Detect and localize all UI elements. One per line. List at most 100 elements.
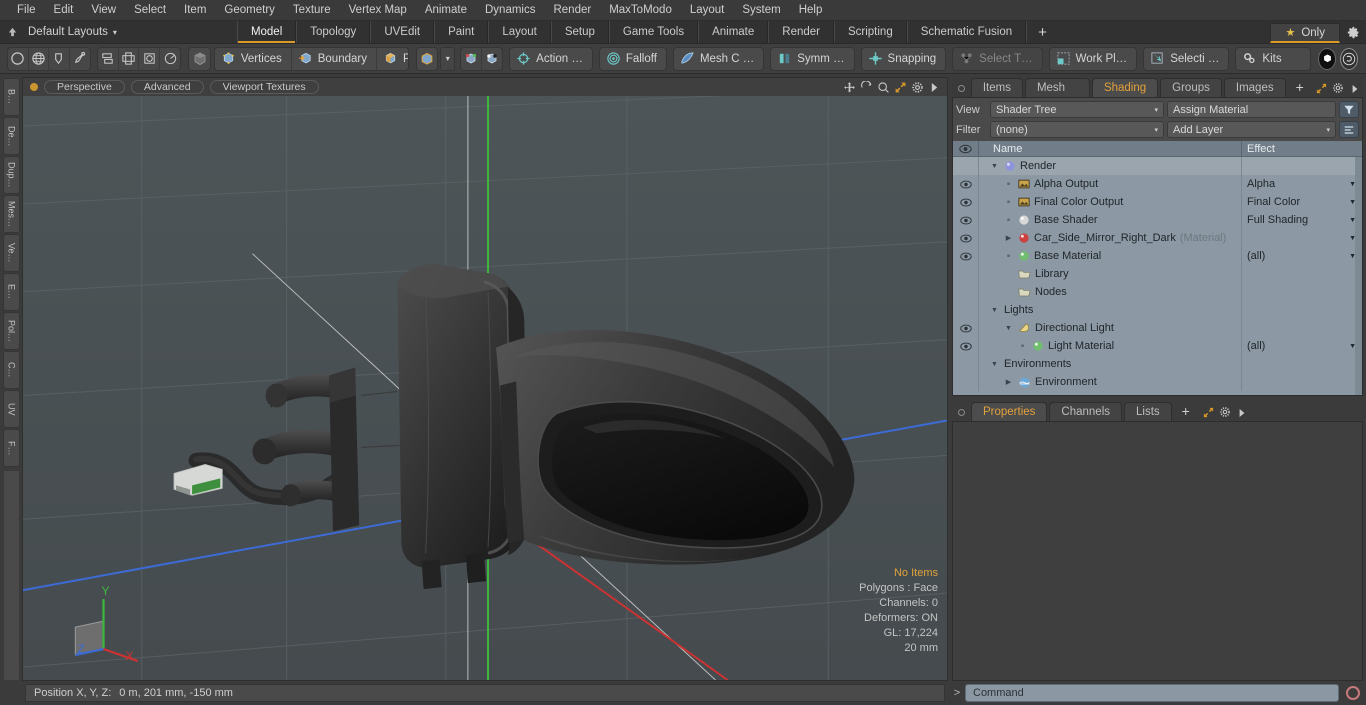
shader-tree-row[interactable]: ▪ Base Material (all) ▼ [953,247,1362,265]
twirl-down-icon[interactable]: ▼ [989,163,1000,170]
rail-tab-7[interactable]: C… [3,351,20,389]
properties-tab-lists[interactable]: Lists [1124,402,1172,421]
twirl-right-icon[interactable]: ▶ [1003,234,1014,242]
align-icon[interactable] [98,47,119,70]
3d-viewport[interactable]: Y X Z No Items Polygons : Face Channels:… [22,96,948,681]
menu-item-maxtomodo[interactable]: MaxToModo [600,0,681,20]
shader-tree-row[interactable]: ▼ Directional Light [953,319,1362,337]
record-icon[interactable] [1343,683,1363,703]
eye-icon[interactable] [953,319,979,337]
chevron-down-icon[interactable]: ▼ [1349,235,1356,242]
add-layer-dropdown[interactable]: Add Layer ▾ [1167,121,1336,138]
expand-icon[interactable] [1200,407,1217,418]
selection-sets-button[interactable]: Selecti … [1143,46,1230,71]
unreal-engine-icon[interactable] [1340,47,1358,70]
vertices-mode-button[interactable]: Vertices [214,47,292,70]
default-layouts-selector[interactable]: Default Layouts ▾ [24,21,127,43]
panel-tab-groups[interactable]: Groups [1160,78,1222,97]
menu-item-dynamics[interactable]: Dynamics [476,0,544,20]
menu-item-system[interactable]: System [733,0,789,20]
menu-item-layout[interactable]: Layout [681,0,734,20]
layout-tab-scripting[interactable]: Scripting [833,21,907,43]
fit-icon[interactable] [892,80,909,95]
layout-tab-uvedit[interactable]: UVEdit [370,21,435,43]
viewport-textures-button[interactable]: Viewport Textures [209,80,319,94]
layout-tab-animate[interactable]: Animate [698,21,769,43]
rail-tab-8[interactable]: UV [3,390,20,428]
funnel-icon[interactable] [1339,101,1359,118]
twirl-right-icon[interactable]: ▶ [1003,378,1014,386]
panel-tab-images[interactable]: Images [1223,78,1286,97]
element-move-icon[interactable] [461,47,482,70]
element-cube-icon[interactable] [188,46,211,71]
viewport-perspective-button[interactable]: Perspective [44,80,125,94]
viewport-indicator-dot[interactable] [30,83,38,91]
kits-button[interactable]: Kits [1235,46,1312,71]
view-dropdown[interactable]: Shader Tree ▾ [990,101,1164,118]
rail-tab-3[interactable]: Mes… [3,195,20,233]
chevron-down-icon[interactable]: ▼ [1349,199,1356,206]
work-plane-button[interactable]: Work Pl… [1048,46,1138,71]
chevron-right-icon[interactable] [1234,408,1251,418]
shader-tree-effect-cell[interactable]: (all) ▼ [1242,247,1362,265]
shader-tree-effect-cell[interactable]: (all) ▼ [1242,337,1362,355]
shader-tree-row[interactable]: ▼ Lights [953,301,1362,319]
panel-indicator-dot[interactable] [958,85,965,92]
add-panel-tab-button[interactable]: + [1288,78,1312,97]
shader-tree-effect-cell[interactable]: Full Shading ▼ [1242,211,1362,229]
gear-icon[interactable] [1330,82,1346,94]
menu-item-animate[interactable]: Animate [416,0,476,20]
shader-tree-row[interactable]: ▶ Car_Side_Mirror_Right_Dark (Material) ▼ [953,229,1362,247]
item-cube-icon[interactable] [415,46,439,71]
rail-tab-1[interactable]: De… [3,117,20,155]
eye-icon[interactable] [953,229,979,247]
pan-icon[interactable] [841,80,858,95]
rail-tab-0[interactable]: B… [3,78,20,116]
chevron-right-icon[interactable] [1347,84,1363,94]
chevron-right-icon[interactable] [926,80,943,95]
symmetry-button[interactable]: Symm … [770,46,855,71]
expand-icon[interactable] [1314,83,1330,94]
properties-tab-properties[interactable]: Properties [971,402,1048,421]
snapping-button[interactable]: Snapping [860,46,947,71]
menu-item-select[interactable]: Select [125,0,175,20]
shader-tree-effect-cell[interactable]: Alpha ▼ [1242,175,1362,193]
properties-tab-channels[interactable]: Channels [1049,402,1123,421]
eye-icon[interactable] [953,337,979,355]
shader-tree-row[interactable]: ▼ Render [953,157,1362,175]
shader-tree-row[interactable]: ▶ Environment [953,373,1362,391]
rail-tab-4[interactable]: Ve… [3,234,20,272]
shader-tree-row[interactable]: Library [953,265,1362,283]
layout-tab-layout[interactable]: Layout [488,21,551,43]
boundary-mode-button[interactable]: Boundary [291,47,377,70]
eye-icon[interactable] [953,175,979,193]
eye-icon[interactable] [953,211,979,229]
menu-item-view[interactable]: View [82,0,125,20]
add-layout-tab-button[interactable]: + [1026,21,1058,43]
layout-tab-game-tools[interactable]: Game Tools [608,21,699,43]
layout-tab-schematic-fusion[interactable]: Schematic Fusion [906,21,1027,43]
shader-tree-row[interactable]: ▼ Environments [953,355,1362,373]
menu-item-help[interactable]: Help [790,0,832,20]
lasso-icon[interactable] [70,48,90,70]
panel-tab-shading[interactable]: Shading [1091,78,1159,97]
rail-tab-6[interactable]: Pol… [3,312,20,350]
center-icon[interactable] [119,47,140,70]
viewport-advanced-button[interactable]: Advanced [130,80,204,94]
rail-tab-9[interactable]: F… [3,429,20,467]
item-mode-dropdown[interactable]: ▾ [440,46,456,71]
polygons-mode-button[interactable]: Polygons [376,47,408,70]
layout-tab-paint[interactable]: Paint [434,21,489,43]
twirl-down-icon[interactable]: ▼ [989,307,1000,314]
chevron-down-icon[interactable]: ▼ [1349,181,1356,188]
menu-item-vertex-map[interactable]: Vertex Map [340,0,416,20]
rotate-icon[interactable] [858,80,875,95]
layout-tab-model[interactable]: Model [236,21,297,43]
shader-tree-row[interactable]: ▪ Light Material (all) ▼ [953,337,1362,355]
menu-item-texture[interactable]: Texture [284,0,340,20]
falloff-button[interactable]: Falloff [598,46,667,71]
menu-item-item[interactable]: Item [175,0,215,20]
panel-tab-mesh-ops[interactable]: Mesh Ops [1024,78,1090,112]
twirl-down-icon[interactable]: ▼ [1003,325,1014,332]
sort-icon[interactable] [1339,121,1359,138]
